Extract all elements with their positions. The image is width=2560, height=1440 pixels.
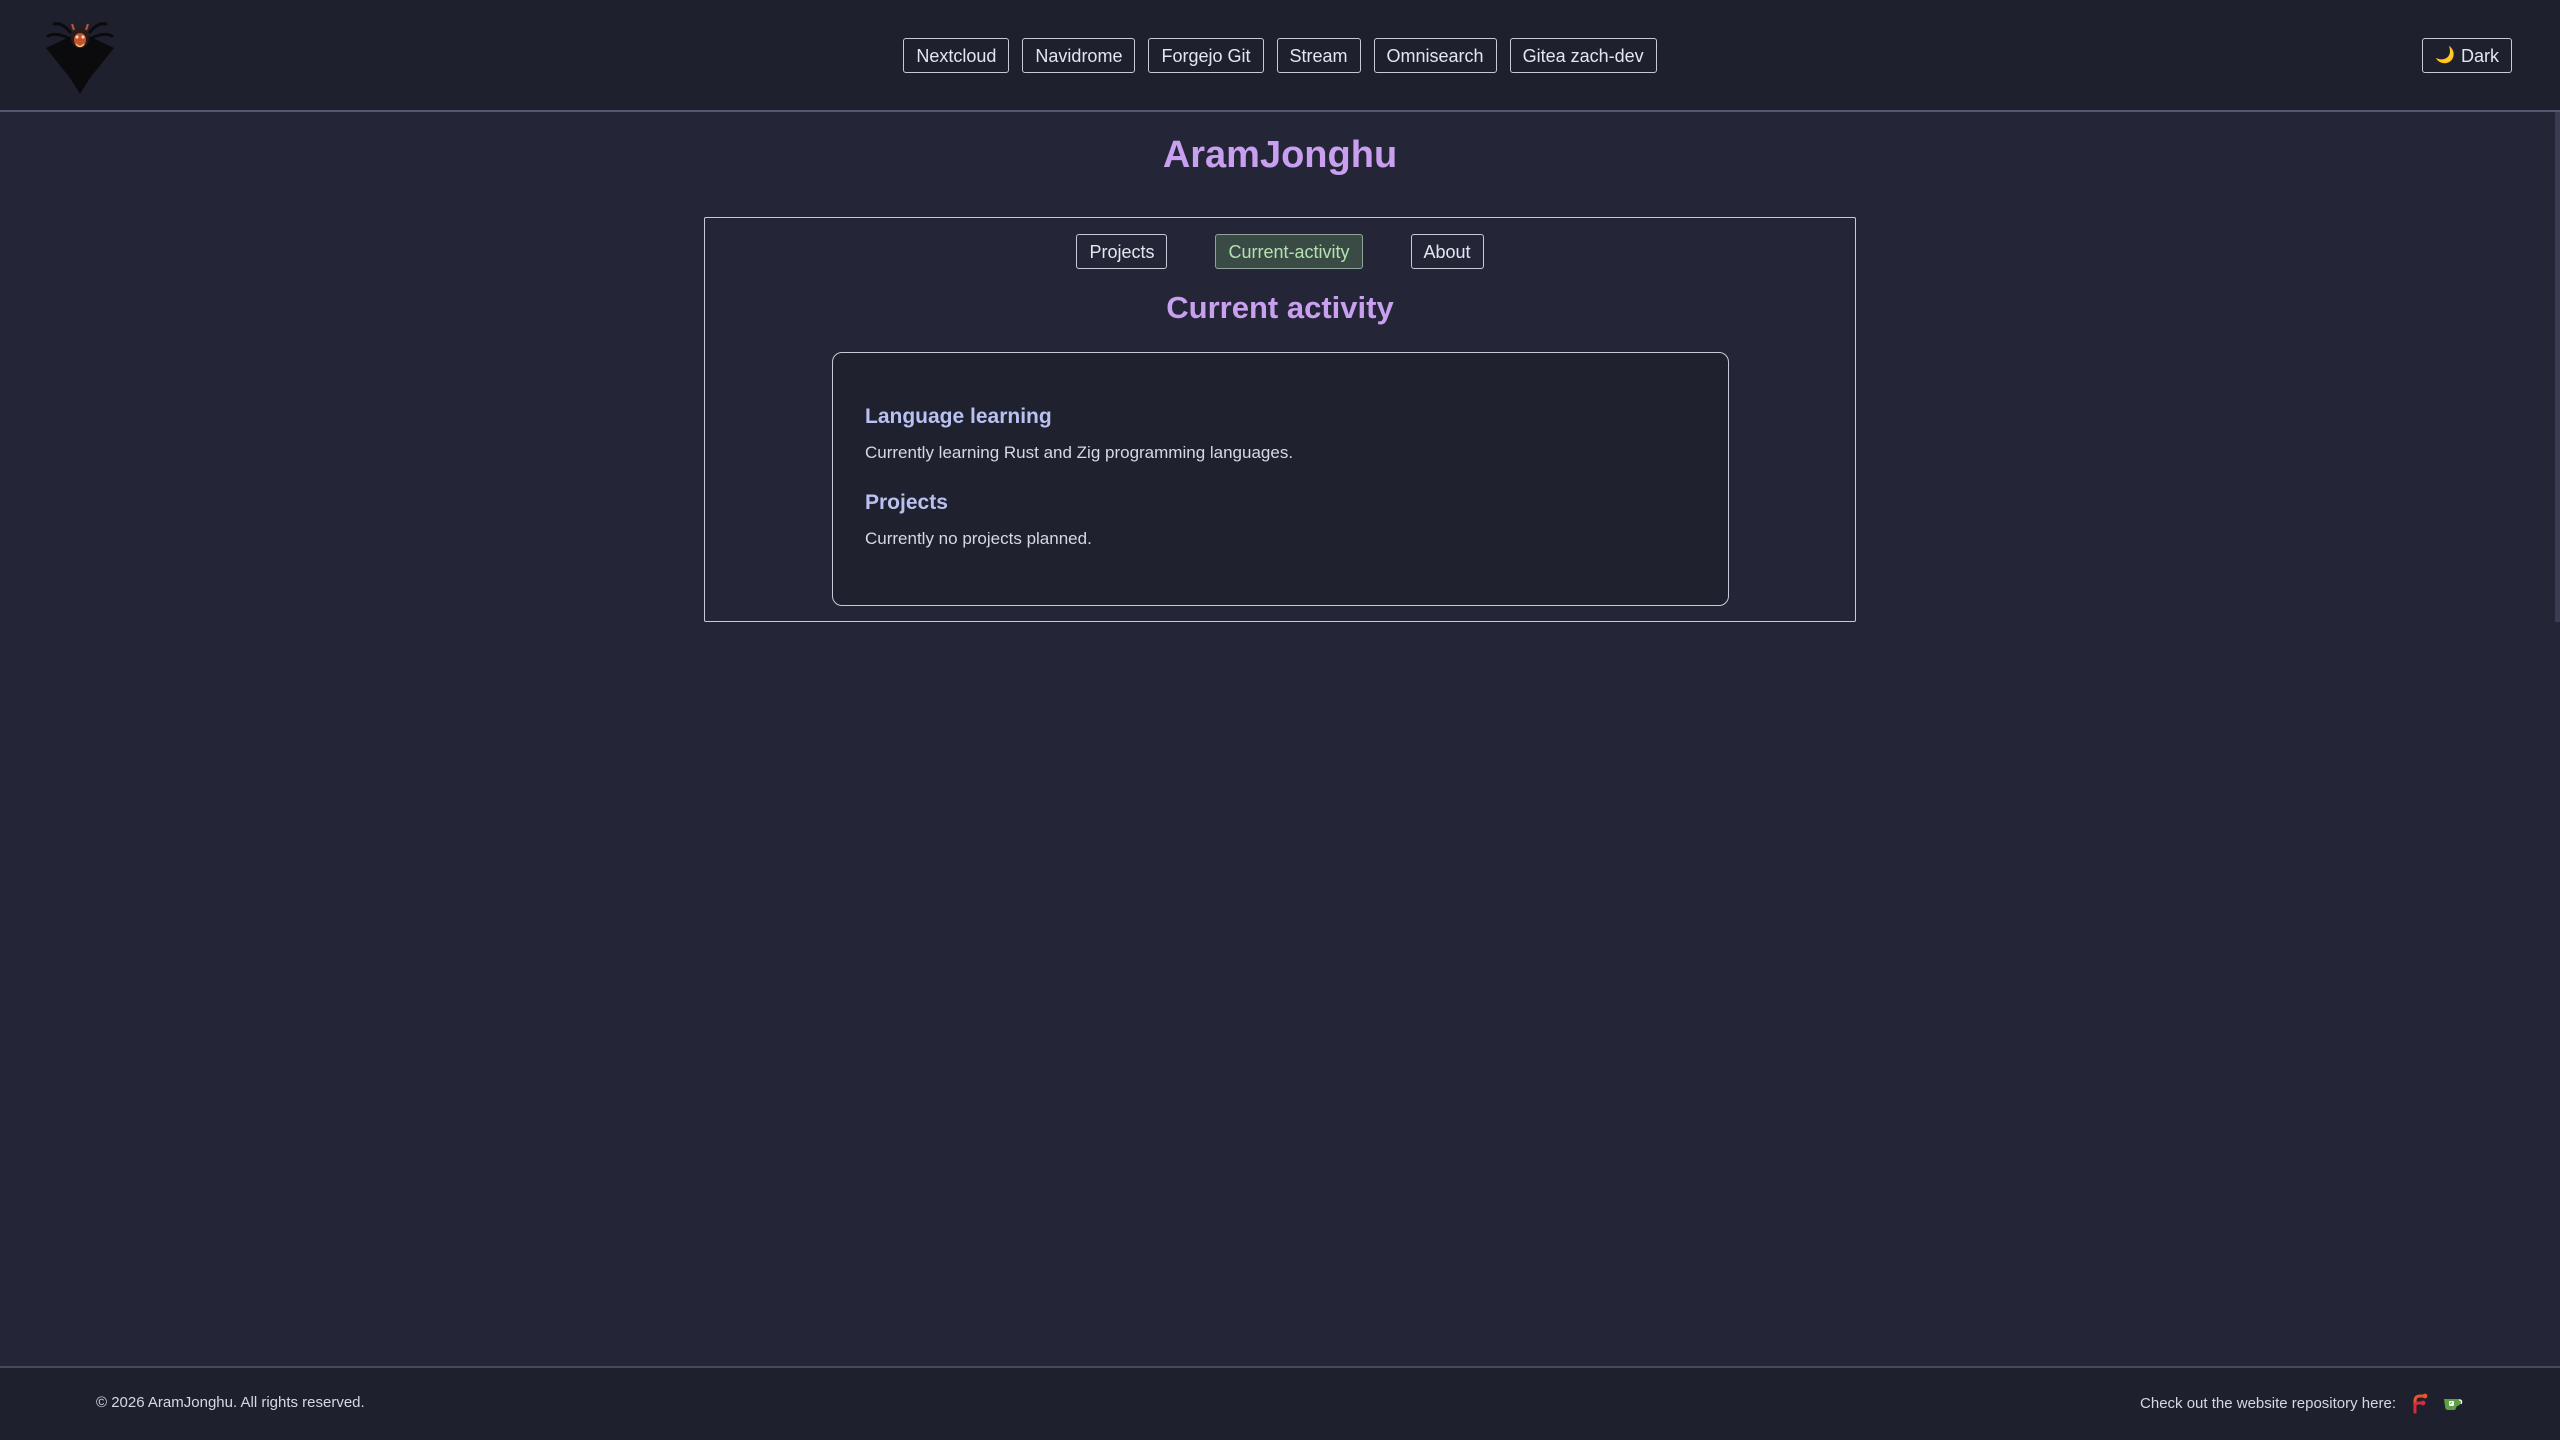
nav-link-gitea-zach-dev[interactable]: Gitea zach-dev	[1509, 38, 1657, 73]
external-links-nav: Nextcloud Navidrome Forgejo Git Stream O…	[0, 38, 2560, 73]
nav-link-nextcloud[interactable]: Nextcloud	[903, 38, 1010, 73]
heading-language-learning: Language learning	[865, 405, 1052, 428]
footer: © 2026 AramJonghu. All rights reserved. …	[0, 1366, 2560, 1440]
nav-link-forgejo-git[interactable]: Forgejo Git	[1148, 38, 1264, 73]
nav-link-navidrome[interactable]: Navidrome	[1022, 38, 1136, 73]
nav-link-stream[interactable]: Stream	[1276, 38, 1361, 73]
theme-toggle-button[interactable]: 🌙 Dark	[2422, 38, 2512, 73]
activity-card: Language learning Currently learning Rus…	[832, 352, 1729, 606]
gitea-icon[interactable]	[2442, 1392, 2464, 1414]
tab-projects[interactable]: Projects	[1076, 234, 1168, 269]
heading-projects: Projects	[865, 491, 948, 514]
site-title: AramJonghu	[1162, 134, 1398, 176]
forgejo-icon[interactable]	[2408, 1392, 2430, 1414]
page: Nextcloud Navidrome Forgejo Git Stream O…	[0, 0, 2560, 1440]
section-title: Current activity	[1166, 290, 1394, 325]
copyright-text: © 2026 AramJonghu. All rights reserved.	[96, 1394, 365, 1411]
text-projects: Currently no projects planned.	[865, 529, 1092, 548]
tab-about[interactable]: About	[1410, 234, 1484, 269]
top-navbar: Nextcloud Navidrome Forgejo Git Stream O…	[0, 0, 2560, 112]
section-tabs: Projects Current-activity About	[705, 234, 1855, 269]
nav-link-omnisearch[interactable]: Omnisearch	[1373, 38, 1497, 73]
repo-text: Check out the website repository here:	[2140, 1394, 2396, 1412]
repo-links: Check out the website repository here:	[2140, 1392, 2464, 1414]
main-panel: Projects Current-activity About Current …	[704, 217, 1856, 622]
tab-current-activity[interactable]: Current-activity	[1215, 234, 1363, 269]
text-language-learning: Currently learning Rust and Zig programm…	[865, 443, 1294, 462]
page-scrollbar[interactable]	[2555, 112, 2560, 622]
moon-icon: 🌙	[2435, 47, 2455, 64]
theme-toggle-label: Dark	[2460, 46, 2499, 66]
